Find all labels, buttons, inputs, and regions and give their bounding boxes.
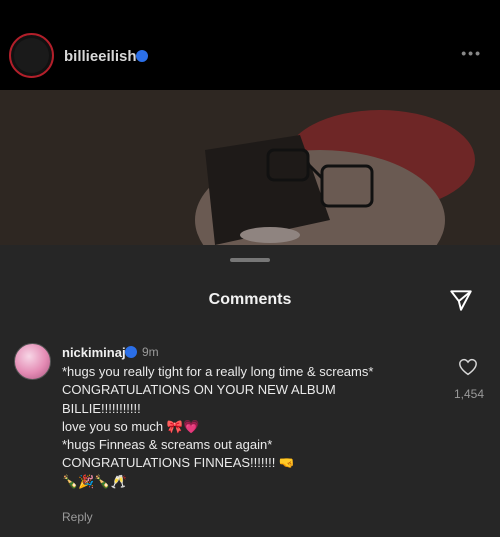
like-count: 1,454 bbox=[453, 387, 484, 401]
comment-author-avatar[interactable] bbox=[14, 343, 51, 380]
profile-username[interactable]: billieeilish bbox=[64, 48, 137, 65]
profile-avatar[interactable] bbox=[9, 33, 54, 78]
comment-line: CONGRATULATIONS FINNEAS!!!!!!! 🤜 bbox=[62, 455, 296, 471]
reply-button[interactable]: Reply bbox=[62, 510, 93, 524]
sheet-grabber[interactable] bbox=[230, 258, 270, 262]
heart-icon[interactable] bbox=[458, 358, 478, 376]
comment-author[interactable]: nickiminaj bbox=[62, 345, 126, 360]
comment-line: love you so much 🎀💗 bbox=[62, 418, 200, 434]
comment-line: *hugs you really tight for a really long… bbox=[62, 364, 374, 379]
verified-badge-icon bbox=[125, 346, 137, 358]
comment-line: CONGRATULATIONS ON YOUR NEW ALBUM bbox=[62, 382, 336, 398]
comments-title: Comments bbox=[208, 291, 292, 308]
comment-line: 🍾🎉🍾🥂 bbox=[62, 473, 127, 489]
comments-sheet: Comments nickiminaj 9m *hugs you really … bbox=[0, 245, 500, 537]
send-icon[interactable] bbox=[448, 287, 474, 313]
comment-line: *hugs Finneas & screams out again* bbox=[62, 437, 273, 453]
verified-badge-icon bbox=[136, 50, 148, 62]
comment-body: *hugs you really tight for a really long… bbox=[62, 363, 432, 491]
profile-header: billieeilish ••• bbox=[0, 0, 500, 90]
comment-time: 9m bbox=[142, 345, 159, 359]
more-horizontal-icon[interactable]: ••• bbox=[461, 45, 482, 61]
comment-line: BILLIE!!!!!!!!!!! bbox=[62, 400, 141, 416]
post-photo bbox=[0, 90, 500, 245]
